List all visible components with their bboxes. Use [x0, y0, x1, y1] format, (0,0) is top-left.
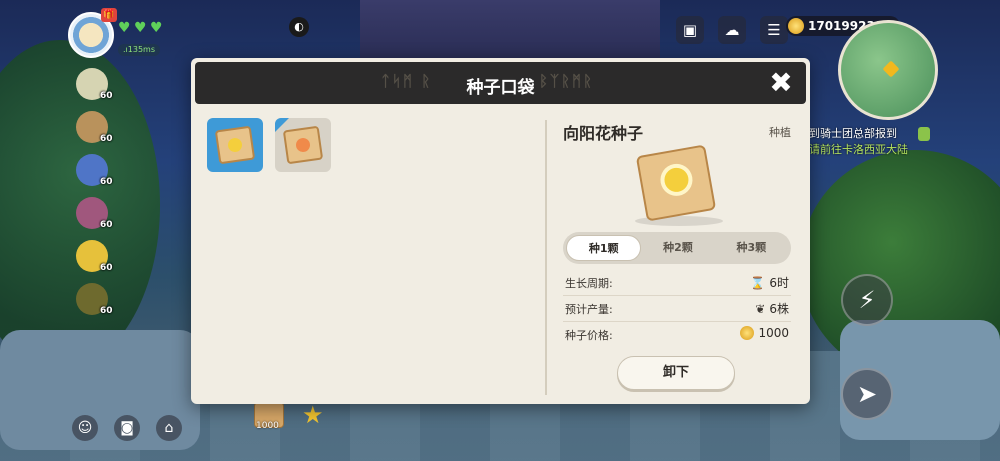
stat-label: 种子价格:	[565, 329, 613, 342]
seed-bag-icon	[282, 125, 324, 165]
dialog-header: ᛏᛋᛗ ᚱ ᛒᛉᚱᛗᚱ 种子口袋 ✖	[195, 62, 806, 104]
hourglass-icon: ⌛	[750, 275, 766, 290]
pet-level: 60	[100, 134, 113, 144]
pet-slot[interactable]: 60	[72, 195, 122, 238]
plant-quantity-tabs: 种1颗 种2颗 种3颗	[563, 232, 791, 264]
player-location-marker-icon	[882, 60, 900, 78]
pet-level: 60	[100, 177, 113, 187]
pet-slot[interactable]: 60	[72, 66, 122, 109]
quest-hint: 请前往卡洛西亚大陆	[809, 143, 908, 156]
quick-item-price: 1000	[256, 421, 279, 431]
seed-inventory-grid	[207, 118, 331, 172]
pet-level: 60	[100, 91, 113, 101]
scroll-icon[interactable]: ☰	[760, 16, 788, 44]
dance-action-icon[interactable]: ⚡	[841, 274, 893, 326]
seed-category: 种植	[769, 126, 791, 139]
star-item-icon[interactable]: ★	[302, 402, 328, 428]
stat-label: 预计产量:	[565, 303, 613, 316]
heart-icon: ♥	[134, 20, 147, 36]
coin-icon	[740, 326, 755, 340]
gift-badge-icon[interactable]: 🎁	[101, 8, 117, 22]
scene-house	[360, 0, 660, 60]
tab-plant-2[interactable]: 种2颗	[641, 235, 714, 261]
pet-slot[interactable]: 60	[72, 238, 122, 281]
stat-expected-yield: 预计产量: ❦ 6株	[563, 296, 791, 322]
minimap[interactable]	[838, 20, 938, 120]
quest-flag-icon	[918, 127, 930, 141]
stat-value: 6株	[769, 302, 789, 316]
tab-plant-3[interactable]: 种3颗	[715, 235, 788, 261]
heart-icon: ♥	[118, 20, 131, 36]
chat-icon[interactable]: ☁	[718, 16, 746, 44]
pet-slot[interactable]: 60	[72, 281, 122, 324]
sprout-icon: ❦	[755, 301, 766, 316]
dialog-title: 种子口袋	[466, 78, 535, 98]
seed-pouch-dialog: ᛏᛋᛗ ᚱ ᛒᛉᚱᛗᚱ 种子口袋 ✖ 向阳花种子 种植 种1颗 种2颗 种3颗 …	[191, 58, 810, 404]
top-right-toolbar: ▣ ☁ ☰	[676, 16, 788, 44]
sunflower-seed-bag-icon	[214, 125, 256, 165]
camera-icon[interactable]: ◙	[114, 415, 140, 441]
pet-party-list: 60 60 60 60 60 60	[72, 66, 122, 324]
gold-coin-icon	[788, 18, 804, 34]
pet-level: 60	[100, 263, 113, 273]
stat-value-group: 1000	[740, 326, 789, 340]
pet-level: 60	[100, 220, 113, 230]
stat-label: 生长周期:	[565, 277, 613, 290]
stat-value-group: ❦ 6株	[755, 300, 789, 317]
wardrobe-hanger-icon[interactable]: ⌂	[156, 415, 182, 441]
panel-divider	[545, 120, 547, 395]
seed-slot-selected[interactable]	[207, 118, 263, 172]
stat-growth-period: 生长周期: ⌛ 6时	[563, 270, 791, 296]
pet-level: 60	[100, 306, 113, 316]
pet-slot[interactable]: 60	[72, 109, 122, 152]
friends-icon[interactable]: ☺	[72, 415, 98, 441]
ping-indicator: .ı135ms	[118, 44, 160, 56]
quest-tracker[interactable]: 到骑士团总部报到 请前往卡洛西亚大陆	[809, 126, 908, 158]
seed-slot[interactable]	[275, 118, 331, 172]
unload-button[interactable]: 卸下	[617, 356, 735, 390]
close-button[interactable]: ✖	[766, 68, 796, 98]
book-icon[interactable]: ▣	[676, 16, 704, 44]
bottom-left-toolbar: ☺ ◙ ⌂	[72, 415, 182, 441]
stat-value: 6时	[769, 276, 789, 290]
exit-door-icon[interactable]: ◐	[289, 17, 309, 37]
stat-seed-price: 种子价格: 1000	[563, 322, 791, 348]
stat-value-group: ⌛ 6时	[750, 274, 789, 291]
dash-action-icon[interactable]: ➤	[841, 368, 893, 420]
stat-value: 1000	[758, 326, 789, 340]
heart-icon: ♥	[150, 20, 163, 36]
seed-name: 向阳花种子	[563, 124, 644, 143]
health-hearts: ♥ ♥ ♥	[118, 20, 164, 36]
pet-slot[interactable]: 60	[72, 152, 122, 195]
quest-title: 到骑士团总部报到	[809, 127, 897, 140]
tab-plant-1[interactable]: 种1颗	[566, 235, 642, 261]
sunflower-seed-bag-icon	[635, 144, 717, 222]
